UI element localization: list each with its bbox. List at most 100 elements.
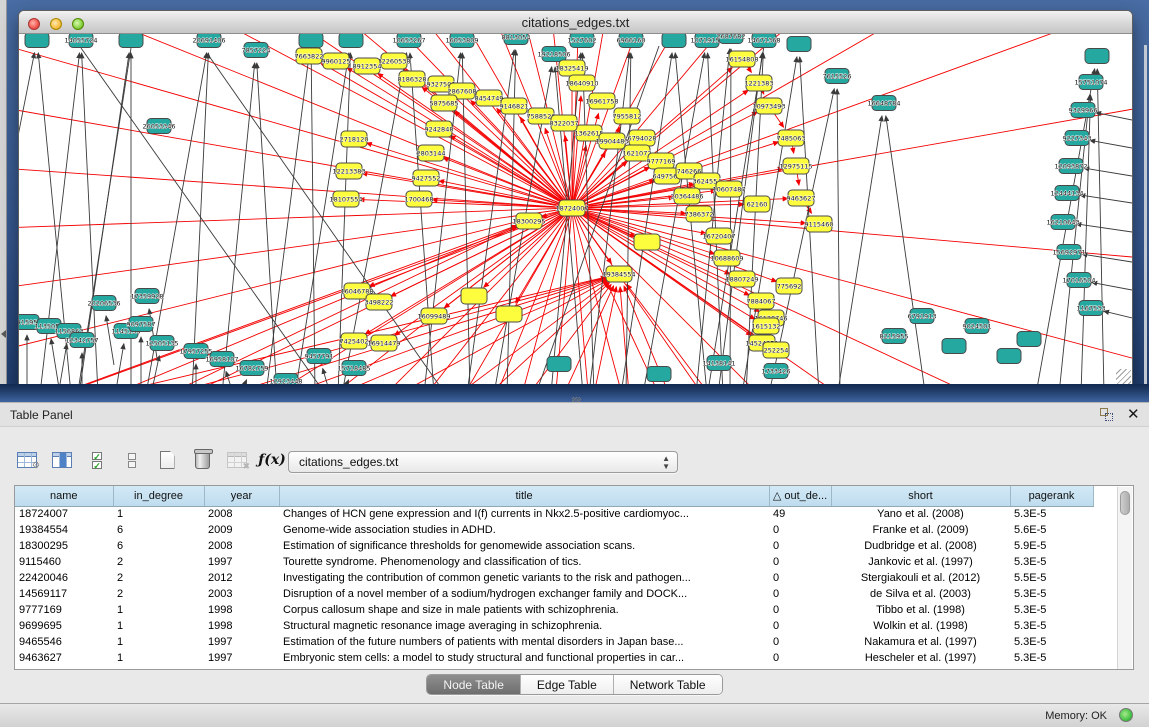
- graph-node-label: 12505135: [145, 339, 178, 347]
- graph-edge: [257, 63, 277, 385]
- column-header-name[interactable]: name: [15, 486, 113, 506]
- tab-node-table[interactable]: Node Table: [427, 675, 521, 694]
- graph-edge: [730, 49, 731, 385]
- column-header-title[interactable]: title: [279, 486, 769, 506]
- graph-node-label: 7485063: [777, 134, 806, 142]
- graph-edge: [837, 89, 840, 385]
- graph-node[interactable]: [25, 34, 49, 48]
- table-panel-header: Table Panel ✕: [0, 403, 1149, 427]
- graph-node[interactable]: [299, 34, 323, 48]
- graph-node-label: 20364486: [670, 192, 703, 200]
- graph-node-label: 1527602: [568, 36, 597, 44]
- graph-node[interactable]: [496, 306, 522, 322]
- table-row[interactable]: 1938455462009Genome-wide association stu…: [15, 522, 1093, 538]
- control-panel-divider[interactable]: [0, 0, 7, 402]
- graph-node-label: 16782759: [235, 364, 268, 372]
- scrollbar-thumb[interactable]: [1120, 491, 1130, 515]
- network-window-titlebar[interactable]: citations_edges.txt: [19, 11, 1132, 34]
- graph-edge: [51, 339, 59, 385]
- row-height-icon[interactable]: [119, 447, 145, 473]
- graph-node-label: 10653267: [392, 36, 425, 44]
- table-row[interactable]: 946554611997Estimation of the future num…: [15, 634, 1093, 650]
- network-canvas[interactable]: 1405572420691406785722410653267160538098…: [19, 34, 1132, 385]
- table-scrollbar[interactable]: [1117, 487, 1132, 669]
- graph-node[interactable]: [1085, 49, 1109, 64]
- select-rows-icon[interactable]: ✓✓: [84, 447, 110, 473]
- graph-node-label: 7386372: [685, 210, 714, 218]
- graph-node-label: 1221383: [745, 79, 774, 87]
- graph-edge: [1104, 311, 1132, 318]
- graph-node[interactable]: [119, 34, 143, 48]
- right-panel-edge: [1144, 45, 1147, 402]
- table-row[interactable]: 911546021997Tourette syndrome. Phenomeno…: [15, 554, 1093, 570]
- graph-edge: [116, 344, 124, 385]
- graph-node-label: 19218506: [537, 50, 570, 58]
- function-builder-icon[interactable]: ƒ(x): [259, 447, 285, 473]
- memory-ok-indicator: [1119, 708, 1133, 722]
- graph-node-label: 9227343: [1063, 134, 1092, 142]
- graph-node[interactable]: [942, 339, 966, 354]
- graph-node-label: 20691406: [192, 36, 225, 44]
- graph-node-label: 7615526: [823, 72, 852, 80]
- graph-node-label: 16154808: [725, 55, 758, 63]
- table-column-icon[interactable]: [49, 447, 75, 473]
- graph-node-label: 12093872: [1054, 162, 1087, 170]
- graph-node-label: 12342757: [65, 336, 98, 344]
- graph-node-label: 14055724: [64, 36, 97, 44]
- graph-node-label: 8454749: [475, 94, 504, 102]
- column-header-short[interactable]: short: [831, 486, 1010, 506]
- graph-node[interactable]: [461, 288, 487, 304]
- graph-node-label: 3498222: [365, 298, 394, 306]
- table-row[interactable]: 1872400712008Changes of HCN gene express…: [15, 506, 1093, 522]
- graph-node-label: 6791913: [908, 312, 937, 320]
- graph-node[interactable]: [787, 37, 811, 52]
- table-row[interactable]: 1456911722003Disruption of a novel membe…: [15, 586, 1093, 602]
- graph-node-label: 20206536: [87, 299, 120, 307]
- panel-collapse-arrow-icon[interactable]: [1, 330, 6, 338]
- graph-node[interactable]: [339, 34, 363, 48]
- close-panel-icon[interactable]: ✕: [1127, 405, 1140, 423]
- graph-node-label: 18325419: [555, 64, 588, 72]
- graph-node-label: 9024501: [963, 322, 992, 330]
- tab-edge-table[interactable]: Edge Table: [521, 675, 614, 694]
- network-window[interactable]: citations_edges.txt 14055724206914067857…: [18, 10, 1133, 385]
- graph-node-label: 12444134: [1050, 189, 1083, 197]
- graph-node[interactable]: [547, 357, 571, 372]
- table-row[interactable]: 1830029562008Estimation of significance …: [15, 538, 1093, 554]
- graph-node-label: 10607487: [712, 185, 745, 193]
- graph-node-label: 8215955: [880, 332, 909, 340]
- table-row[interactable]: 969969511998Structural magnetic resonanc…: [15, 618, 1093, 634]
- window-resize-grip[interactable]: [1116, 369, 1131, 384]
- table-row[interactable]: 977716911998Corpus callosum shape and si…: [15, 602, 1093, 618]
- graph-node[interactable]: [1017, 332, 1041, 347]
- table-settings-icon[interactable]: ⚙: [14, 447, 40, 473]
- graph-node[interactable]: [634, 234, 660, 250]
- graph-node-label: 6794028: [628, 134, 657, 142]
- column-header-in_degree[interactable]: in_degree: [113, 486, 204, 506]
- float-panel-icon[interactable]: [1100, 408, 1114, 422]
- graph-edge: [323, 368, 329, 385]
- graph-node-label: 1615132: [752, 322, 781, 330]
- new-table-icon[interactable]: [154, 447, 180, 473]
- column-header-year[interactable]: year: [204, 486, 279, 506]
- table-select-combobox[interactable]: citations_edges.txt ▲▼: [288, 451, 678, 473]
- graph-node-label: 252254: [764, 346, 789, 354]
- tab-network-table[interactable]: Network Table: [614, 675, 722, 694]
- graph-node[interactable]: [997, 349, 1021, 364]
- status-bar: Memory: OK: [0, 703, 1149, 727]
- graph-node-label: 18107554: [329, 195, 362, 203]
- column-header-out_de[interactable]: △ out_de...: [769, 486, 831, 506]
- delete-table-icon[interactable]: [189, 447, 215, 473]
- graph-node-label: 26053346: [142, 122, 175, 130]
- graph-node[interactable]: [647, 367, 671, 382]
- table-row[interactable]: 2242004622012Investigating the contribut…: [15, 570, 1093, 586]
- table-row[interactable]: 946362711997Embryonic stem cells: a mode…: [15, 650, 1093, 666]
- graph-node-label: 9960125: [322, 57, 351, 65]
- graph-node[interactable]: [662, 34, 686, 48]
- graph-node-label: 9115460: [805, 220, 834, 228]
- graph-node-label: 18640910: [565, 79, 598, 87]
- column-header-pagerank[interactable]: pagerank: [1010, 486, 1093, 506]
- graph-node-label: 1700468: [405, 195, 434, 203]
- graph-node-label: 14138141: [702, 359, 735, 367]
- graph-node-label: 9777169: [647, 157, 676, 165]
